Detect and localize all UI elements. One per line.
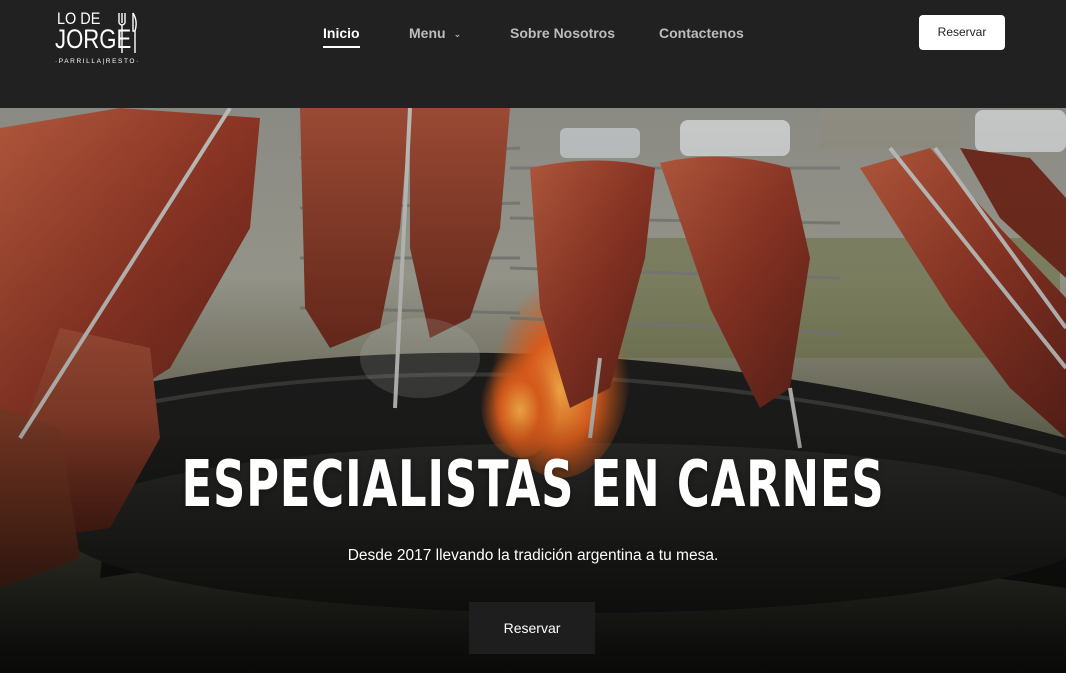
hero-background-image: [0, 108, 1066, 673]
site-header: LO DE JORGE ·PARRILLA|RESTO· Inicio Menu…: [0, 0, 1066, 108]
reserve-button-header[interactable]: Reservar: [919, 15, 1005, 50]
nav-item-menu-label: Menu: [409, 25, 446, 41]
nav-item-sobre-nosotros[interactable]: Sobre Nosotros: [510, 24, 615, 42]
nav-item-menu[interactable]: Menu ⌄: [409, 24, 461, 43]
hero-title: ESPECIALISTAS EN CARNES: [181, 448, 885, 522]
hero-section: ESPECIALISTAS EN CARNES Desde 2017 lleva…: [0, 108, 1066, 673]
hero-subtitle: Desde 2017 llevando la tradición argenti…: [347, 547, 719, 564]
logo-tagline: ·PARRILLA|RESTO·: [55, 58, 140, 65]
nav-item-contactenos[interactable]: Contactenos: [659, 24, 744, 42]
cutlery-icon: [118, 12, 137, 53]
logo[interactable]: LO DE JORGE ·PARRILLA|RESTO·: [55, 10, 141, 70]
reserve-button-hero[interactable]: Reservar: [469, 602, 595, 654]
nav-item-inicio[interactable]: Inicio: [323, 24, 360, 48]
chevron-down-icon: ⌄: [453, 29, 462, 39]
